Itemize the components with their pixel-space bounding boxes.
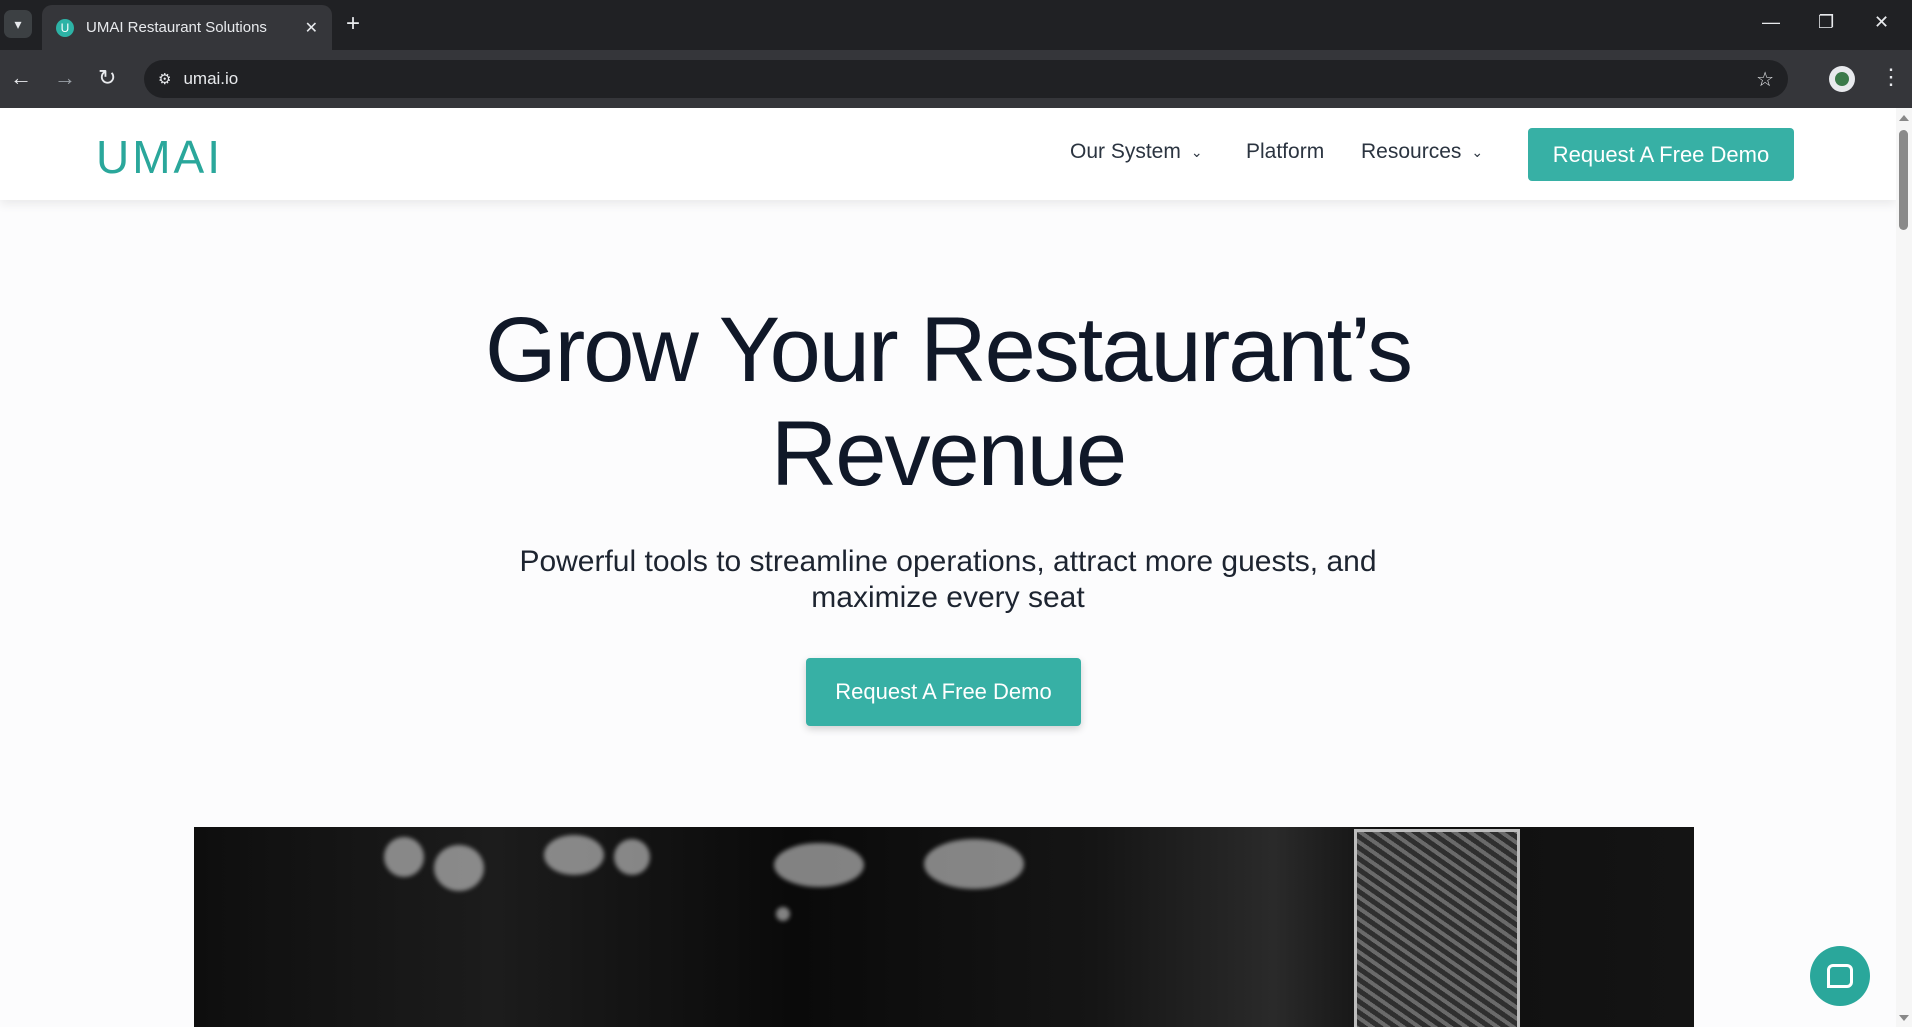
bokeh-light xyxy=(384,837,424,877)
nav-item-label: Our System xyxy=(1070,140,1181,163)
bokeh-light xyxy=(776,907,790,921)
nav-platform[interactable]: Platform xyxy=(1246,140,1324,164)
hero-subtitle-line1: Powerful tools to streamline operations,… xyxy=(519,545,1377,578)
bokeh-light xyxy=(434,845,484,891)
page-scrollbar[interactable] xyxy=(1896,108,1912,1027)
hero-request-demo-button[interactable]: Request A Free Demo xyxy=(806,658,1081,726)
hero-title-line1: Grow Your Restaurant’s xyxy=(485,299,1413,401)
site-header: UMAI Our System ⌄ Platform Resources ⌄ R… xyxy=(0,108,1896,200)
hero-title-line2: Revenue xyxy=(770,403,1127,505)
umai-logo[interactable]: UMAI xyxy=(96,130,223,184)
chevron-down-icon: ⌄ xyxy=(1190,143,1203,160)
restaurant-hero-image xyxy=(194,827,1694,1027)
bookmark-star-icon[interactable]: ☆ xyxy=(1756,67,1774,92)
browser-tab[interactable]: U UMAI Restaurant Solutions ✕ xyxy=(42,5,332,50)
header-request-demo-button[interactable]: Request A Free Demo xyxy=(1528,128,1794,181)
site-info-icon[interactable]: ⚙ xyxy=(158,70,171,88)
nav-resources[interactable]: Resources ⌄ xyxy=(1361,140,1483,164)
profile-avatar[interactable] xyxy=(1829,66,1855,92)
restore-icon[interactable]: ❐ xyxy=(1818,12,1834,33)
bokeh-light xyxy=(924,839,1024,889)
browser-tab-bar: ▾ U UMAI Restaurant Solutions ✕ + — ❐ ✕ xyxy=(0,0,1912,50)
chat-icon xyxy=(1827,964,1853,988)
tab-close-icon[interactable]: ✕ xyxy=(305,18,318,38)
page-viewport: UMAI Our System ⌄ Platform Resources ⌄ R… xyxy=(0,108,1912,1027)
address-bar[interactable]: ⚙ umai.io ☆ xyxy=(144,60,1788,98)
tab-search-button[interactable]: ▾ xyxy=(4,10,32,38)
bokeh-light xyxy=(544,835,604,875)
wall-artwork xyxy=(1354,829,1520,1027)
tab-title: UMAI Restaurant Solutions xyxy=(86,19,267,36)
hero-subtitle: Powerful tools to streamline operations,… xyxy=(448,544,1448,616)
nav-our-system[interactable]: Our System ⌄ xyxy=(1070,140,1203,164)
hero-subtitle-line2: maximize every seat xyxy=(811,581,1085,614)
back-icon[interactable]: ← xyxy=(10,64,32,92)
browser-toolbar: ← → ↻ ⚙ umai.io ☆ xyxy=(0,50,1912,108)
nav-item-label: Resources xyxy=(1361,140,1462,163)
favicon-icon: U xyxy=(56,18,74,37)
close-window-icon[interactable]: ✕ xyxy=(1874,12,1889,33)
scroll-down-arrow-icon[interactable] xyxy=(1899,1015,1909,1021)
url-text[interactable]: umai.io xyxy=(183,69,1756,89)
bokeh-light xyxy=(614,839,650,875)
reload-icon[interactable]: ↻ xyxy=(98,64,116,92)
scrollbar-thumb[interactable] xyxy=(1899,130,1908,230)
forward-icon[interactable]: → xyxy=(54,64,76,92)
chat-launcher-button[interactable] xyxy=(1810,946,1870,1006)
new-tab-button[interactable]: + xyxy=(346,10,360,38)
hero-title: Grow Your Restaurant’s Revenue xyxy=(0,298,1896,506)
bokeh-light xyxy=(774,843,864,887)
nav-item-label: Platform xyxy=(1246,140,1325,163)
scroll-up-arrow-icon[interactable] xyxy=(1899,115,1909,121)
browser-menu-icon[interactable]: ⋮ xyxy=(1880,64,1902,90)
minimize-icon[interactable]: — xyxy=(1762,12,1780,33)
chevron-down-icon: ⌄ xyxy=(1471,143,1484,160)
